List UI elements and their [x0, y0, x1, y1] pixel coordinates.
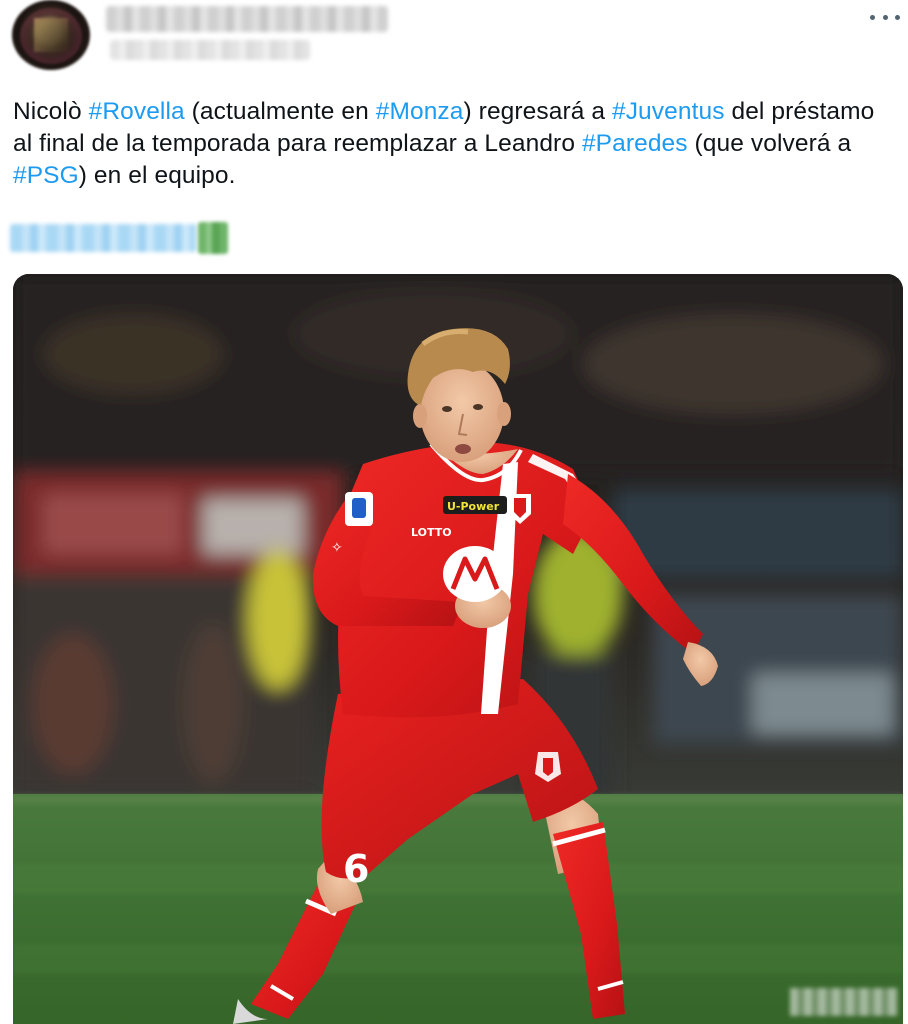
hashtag-monza[interactable]: #Monza [376, 98, 464, 125]
text-segment: Nicolò [13, 98, 89, 125]
translate-link-redacted[interactable] [10, 224, 196, 252]
sponsor-logo: U-Power [447, 500, 500, 513]
jersey-number-shorts: 6 [343, 847, 369, 891]
translate-badge-redacted [198, 222, 228, 254]
tweet-text: Nicolò #Rovella (actualmente en #Monza) … [13, 96, 898, 192]
text-segment: ) regresará a [463, 98, 612, 125]
tweet-card: Nicolò #Rovella (actualmente en #Monza) … [0, 0, 908, 1024]
hashtag-juventus[interactable]: #Juventus [612, 98, 725, 125]
author-name-redacted[interactable] [106, 6, 388, 32]
hashtag-rovella[interactable]: #Rovella [89, 98, 185, 125]
watermark-redacted [790, 988, 898, 1016]
text-segment: ) en el equipo. [78, 162, 236, 189]
tweet-header [0, 0, 908, 80]
text-segment: (actualmente en [184, 98, 376, 125]
author-handle-redacted [110, 40, 310, 60]
kit-brand-chest: LOTTO [411, 526, 452, 539]
kit-brand-sleeve: ✧ [331, 540, 343, 556]
tweet-media[interactable]: 6 ✧ LOTTO U-Power [13, 274, 903, 1024]
text-segment: (que volverá a [687, 130, 852, 157]
avatar[interactable] [12, 0, 90, 70]
hashtag-psg[interactable]: #PSG [13, 162, 79, 189]
more-horizontal-icon[interactable] [870, 8, 900, 26]
football-player-photo: 6 ✧ LOTTO U-Power [13, 274, 903, 1024]
hashtag-paredes[interactable]: #Paredes [582, 130, 688, 157]
